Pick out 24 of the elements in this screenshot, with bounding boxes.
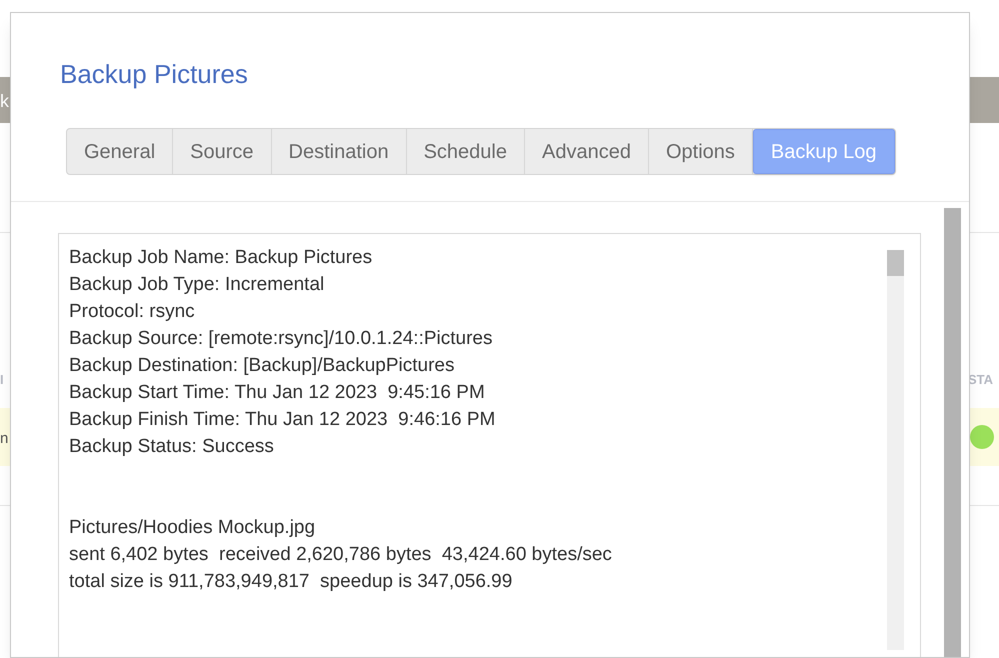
tab[interactable]: Backup Log	[752, 129, 895, 174]
dialog-title: Backup Pictures	[60, 58, 248, 91]
scrollbar[interactable]	[887, 250, 904, 650]
column-header: I	[0, 371, 4, 389]
log-line: Protocol: rsync	[69, 300, 196, 324]
log-line: Backup Start Time: Thu Jan 12 2023 9:45:16 PM	[69, 381, 486, 405]
log-line: Backup Source: [remote:rsync]/10.0.1.24::Pictures	[69, 327, 494, 351]
log-line: Pictures/Hoodies Mockup.jpg	[69, 516, 316, 540]
tab[interactable]: Source	[173, 129, 272, 174]
log-line: Backup Job Type: Incremental	[69, 273, 326, 297]
log-line: sent 6,402 bytes received 2,620,786 bytes 43,424.60 bytes/sec	[69, 543, 612, 567]
log-line: Backup Status: Success	[69, 435, 275, 459]
log-line: Backup Job Name: Backup Pictures	[69, 246, 374, 270]
scrollbar-thumb[interactable]	[887, 250, 904, 276]
table-cell-text: n	[0, 429, 8, 449]
button-label: k	[0, 90, 9, 113]
log-line: total size is 911,783,949,817 speedup is 347,056.99	[69, 570, 514, 594]
tab[interactable]: General	[67, 129, 174, 174]
tab[interactable]: Destination	[272, 129, 407, 174]
tab[interactable]: Advanced	[525, 129, 649, 174]
log-line: Backup Finish Time: Thu Jan 12 2023 9:46:16 PM	[69, 408, 496, 432]
tab[interactable]: Schedule	[406, 129, 525, 174]
log-line: Backup Destination: [Backup]/BackupPictures	[69, 354, 456, 378]
scrollbar[interactable]	[944, 208, 961, 657]
